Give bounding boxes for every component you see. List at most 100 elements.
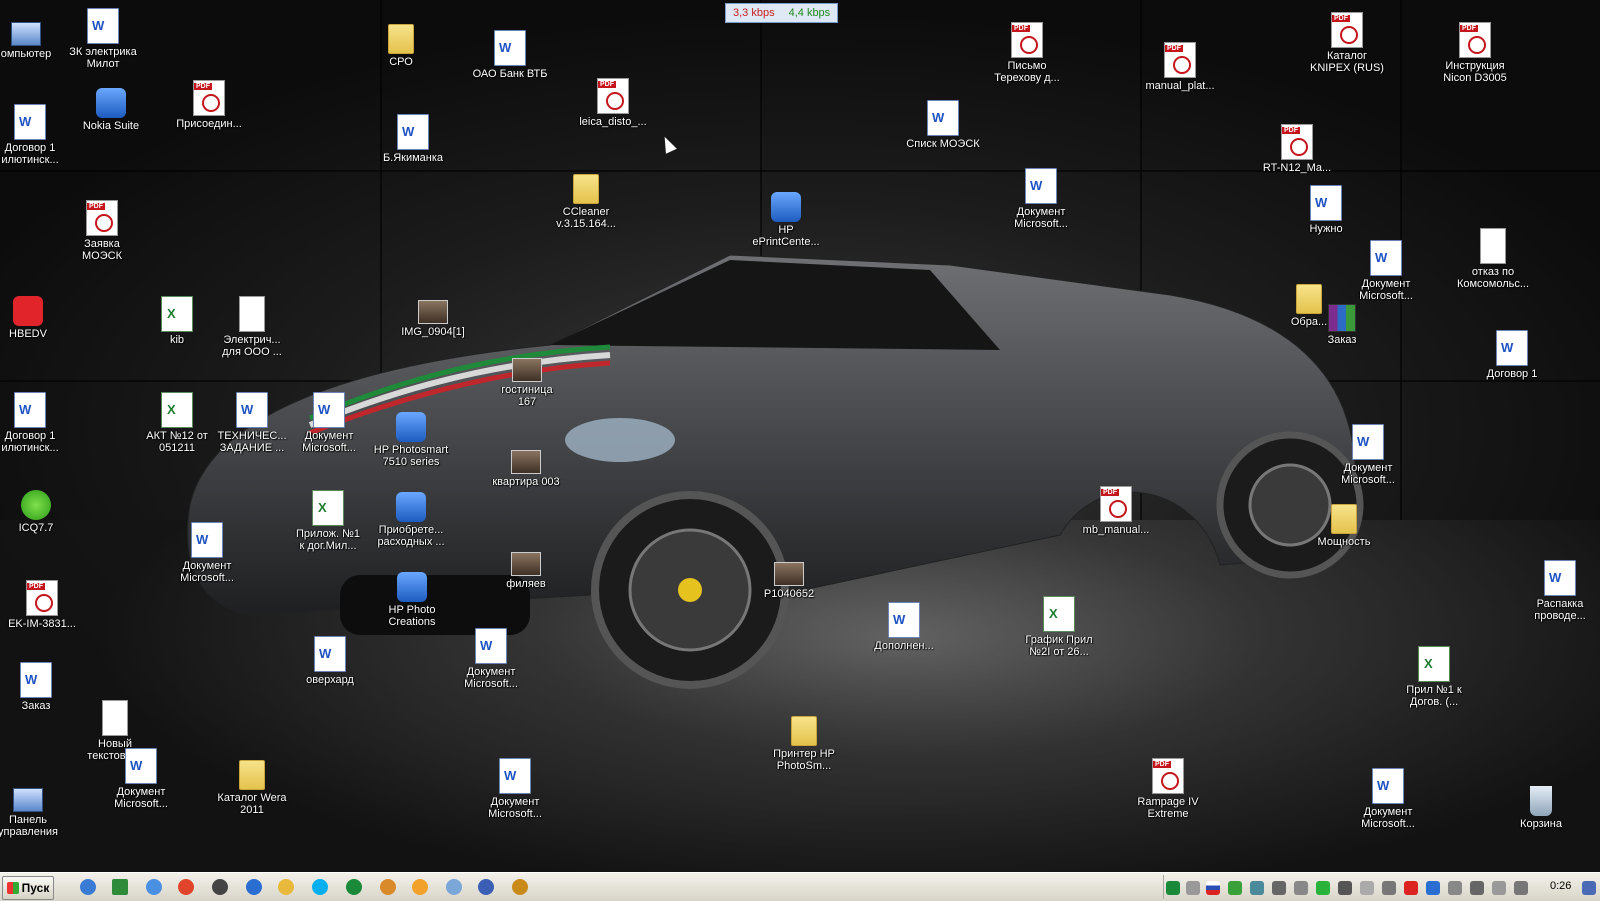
desktop-icon-file[interactable]: Документ Microsoft...	[469, 758, 561, 820]
folder-icon	[791, 716, 817, 746]
desktop-icon-folder[interactable]: Мощность	[1298, 504, 1390, 548]
word-doc-icon	[499, 758, 531, 794]
antivirus-tray-icon[interactable]	[1404, 881, 1418, 895]
monitor-tray-icon[interactable]	[1338, 881, 1352, 895]
desktop-icon-folder[interactable]: Каталог Wera 2011	[206, 760, 298, 816]
desktop-icon-app[interactable]: ICQ7.7	[0, 490, 82, 534]
desktop-icon-file[interactable]: ОАО Банк ВТБ	[464, 30, 556, 80]
desktop-icon-file[interactable]: квартира 003	[480, 444, 572, 488]
desktop-icon-file[interactable]: Электрич... для ООО ...	[206, 296, 298, 358]
sync-tray-icon[interactable]	[1250, 881, 1264, 895]
desktop-icon-file[interactable]: Документ Microsoft...	[161, 522, 253, 584]
desktop-icon-file[interactable]: Дополнен...	[858, 602, 950, 652]
network-icon[interactable]	[446, 879, 462, 895]
chat-icon[interactable]	[412, 879, 428, 895]
desktop-icon-recycle-bin[interactable]: Корзина	[1495, 786, 1587, 830]
utorrent-icon[interactable]	[346, 879, 362, 895]
image-file-icon	[774, 562, 804, 586]
desktop-icon-file[interactable]: P1040652	[743, 556, 835, 600]
network-tray-icon[interactable]	[1448, 881, 1462, 895]
desktop-icon-file[interactable]: Нужно	[1280, 185, 1372, 235]
clock[interactable]: 0:26	[1550, 880, 1571, 892]
desktop-icon-file[interactable]: leica_disto_...	[567, 78, 659, 128]
usb-tray-icon[interactable]	[1294, 881, 1308, 895]
globe-icon[interactable]	[146, 879, 162, 895]
device-tray-icon[interactable]	[1272, 881, 1286, 895]
people-icon[interactable]	[380, 879, 396, 895]
desktop-icon-file[interactable]: ЗК электрика Милот	[57, 8, 149, 70]
media-player-icon[interactable]	[478, 879, 494, 895]
desktop-icon-file[interactable]: Договор 1 илютинск...	[0, 104, 76, 166]
desktop-icon-file[interactable]: Письмо Терехову д...	[981, 22, 1073, 84]
language-flag-icon[interactable]	[1206, 881, 1220, 895]
desktop-icon-folder[interactable]: Принтер HP PhotoSm...	[758, 716, 850, 772]
desktop-icon-app[interactable]: HBEDV	[0, 296, 74, 340]
desktop-icon-file[interactable]: manual_plat...	[1134, 42, 1226, 92]
connection-tray-icon[interactable]	[1470, 881, 1484, 895]
desktop-icon-folder[interactable]: CCleaner v.3.15.164...	[540, 174, 632, 230]
internet-explorer-icon[interactable]	[80, 879, 96, 895]
desktop-icon-control-panel[interactable]: Панель управления	[0, 784, 74, 838]
desktop-icon-file[interactable]: Прилож. №1 к дог.Мил...	[282, 490, 374, 552]
clock-settings-tray-icon[interactable]	[1514, 881, 1528, 895]
desktop-icon-app[interactable]: HP Photosmart 7510 series	[365, 412, 457, 468]
bluetooth-tray-icon[interactable]	[1426, 881, 1440, 895]
utorrent-tray-icon[interactable]	[1166, 881, 1180, 895]
desktop-icon-file[interactable]: Каталог KNIPEX (RUS)	[1301, 12, 1393, 74]
desktop-icon-app[interactable]: Nokia Suite	[65, 88, 157, 132]
skype-icon[interactable]	[312, 879, 328, 895]
control-panel-icon	[13, 788, 43, 812]
computer-icon	[11, 22, 41, 46]
desktop-icon-file[interactable]: mb_manual...	[1070, 486, 1162, 536]
battery-tray-icon[interactable]	[1316, 881, 1330, 895]
desktop-icon-file[interactable]: Б.Якиманка	[367, 114, 459, 164]
desktop-icon-file[interactable]: RT-N12_Ma...	[1251, 124, 1343, 174]
desktop-icon-file[interactable]: EK-IM-3831...	[0, 580, 88, 630]
nokia-suite-icon	[96, 88, 126, 118]
messenger-icon[interactable]	[278, 879, 294, 895]
desktop-icon-file[interactable]: Договор 1 илютинск...	[0, 392, 76, 454]
network-meter[interactable]: 3,3 kbps 4,4 kbps	[725, 3, 839, 23]
desktop-icon-file[interactable]: Инструкция Nicon D3005	[1429, 22, 1521, 84]
lightning-icon[interactable]	[246, 879, 262, 895]
desktop-icon-file[interactable]: IMG_0904[1]	[387, 294, 479, 338]
desktop-icon-folder[interactable]: СРО	[355, 24, 447, 68]
desktop-icon-file[interactable]: Прил №1 к Догов. (...	[1388, 646, 1480, 708]
desktop-icon-file[interactable]: Документ Microsoft...	[283, 392, 375, 454]
folder-icon	[388, 24, 414, 54]
desktop-icon-file[interactable]: Договор 1	[1466, 330, 1558, 380]
pdf-icon	[1100, 486, 1132, 522]
printer-tray-icon[interactable]	[1382, 881, 1396, 895]
desktop-icon-archive[interactable]: Заказ	[1296, 304, 1388, 346]
desktop-icon-file[interactable]: отказ по Комсомольс...	[1447, 228, 1539, 290]
desktop-icon-file[interactable]: гостиница 167	[481, 352, 573, 408]
word-doc-icon	[14, 104, 46, 140]
desktop-icon-app[interactable]: HP ePrintCente...	[740, 192, 832, 248]
archive-icon[interactable]	[512, 879, 528, 895]
desktop-icon-file[interactable]: Документ Microsoft...	[445, 628, 537, 690]
desktop-icon-file[interactable]: оверхард	[284, 636, 376, 686]
excel-icon[interactable]	[112, 879, 128, 895]
show-desktop-icon[interactable]	[1582, 881, 1596, 895]
desktop-icon-file[interactable]: Документ Microsoft...	[995, 168, 1087, 230]
desktop-icon-file[interactable]: Документ Microsoft...	[1342, 768, 1434, 830]
desktop-icon-file[interactable]: Документ Microsoft...	[1322, 424, 1414, 486]
desktop-icon-file[interactable]: График Прил №2I от 26...	[1013, 596, 1105, 658]
desktop-icon-file[interactable]: Заявка МОЭСК	[56, 200, 148, 262]
cat-tray-icon[interactable]	[1186, 881, 1200, 895]
x-app-icon[interactable]	[212, 879, 228, 895]
start-button[interactable]: Пуск	[2, 876, 54, 900]
desktop-icon-file[interactable]: Присоедин...	[163, 80, 255, 130]
desktop-icon-app[interactable]: Приобрете... расходных ...	[365, 492, 457, 548]
desktop-icon-app[interactable]: HP Photo Creations	[366, 572, 458, 628]
desktop-icon-file[interactable]: Rampage IV Extreme	[1122, 758, 1214, 820]
volume-tray-icon[interactable]	[1492, 881, 1506, 895]
word-doc-icon	[475, 628, 507, 664]
chrome-icon[interactable]	[178, 879, 194, 895]
desktop-icon-file[interactable]: филяев	[480, 546, 572, 590]
pen-tray-icon[interactable]	[1228, 881, 1242, 895]
desktop-icon-file[interactable]: Списк МОЭСК	[897, 100, 989, 150]
flag-tray-icon[interactable]	[1360, 881, 1374, 895]
desktop-icon-file[interactable]: Документ Microsoft...	[95, 748, 187, 810]
desktop-icon-file[interactable]: Распакка проводе...	[1514, 560, 1600, 622]
